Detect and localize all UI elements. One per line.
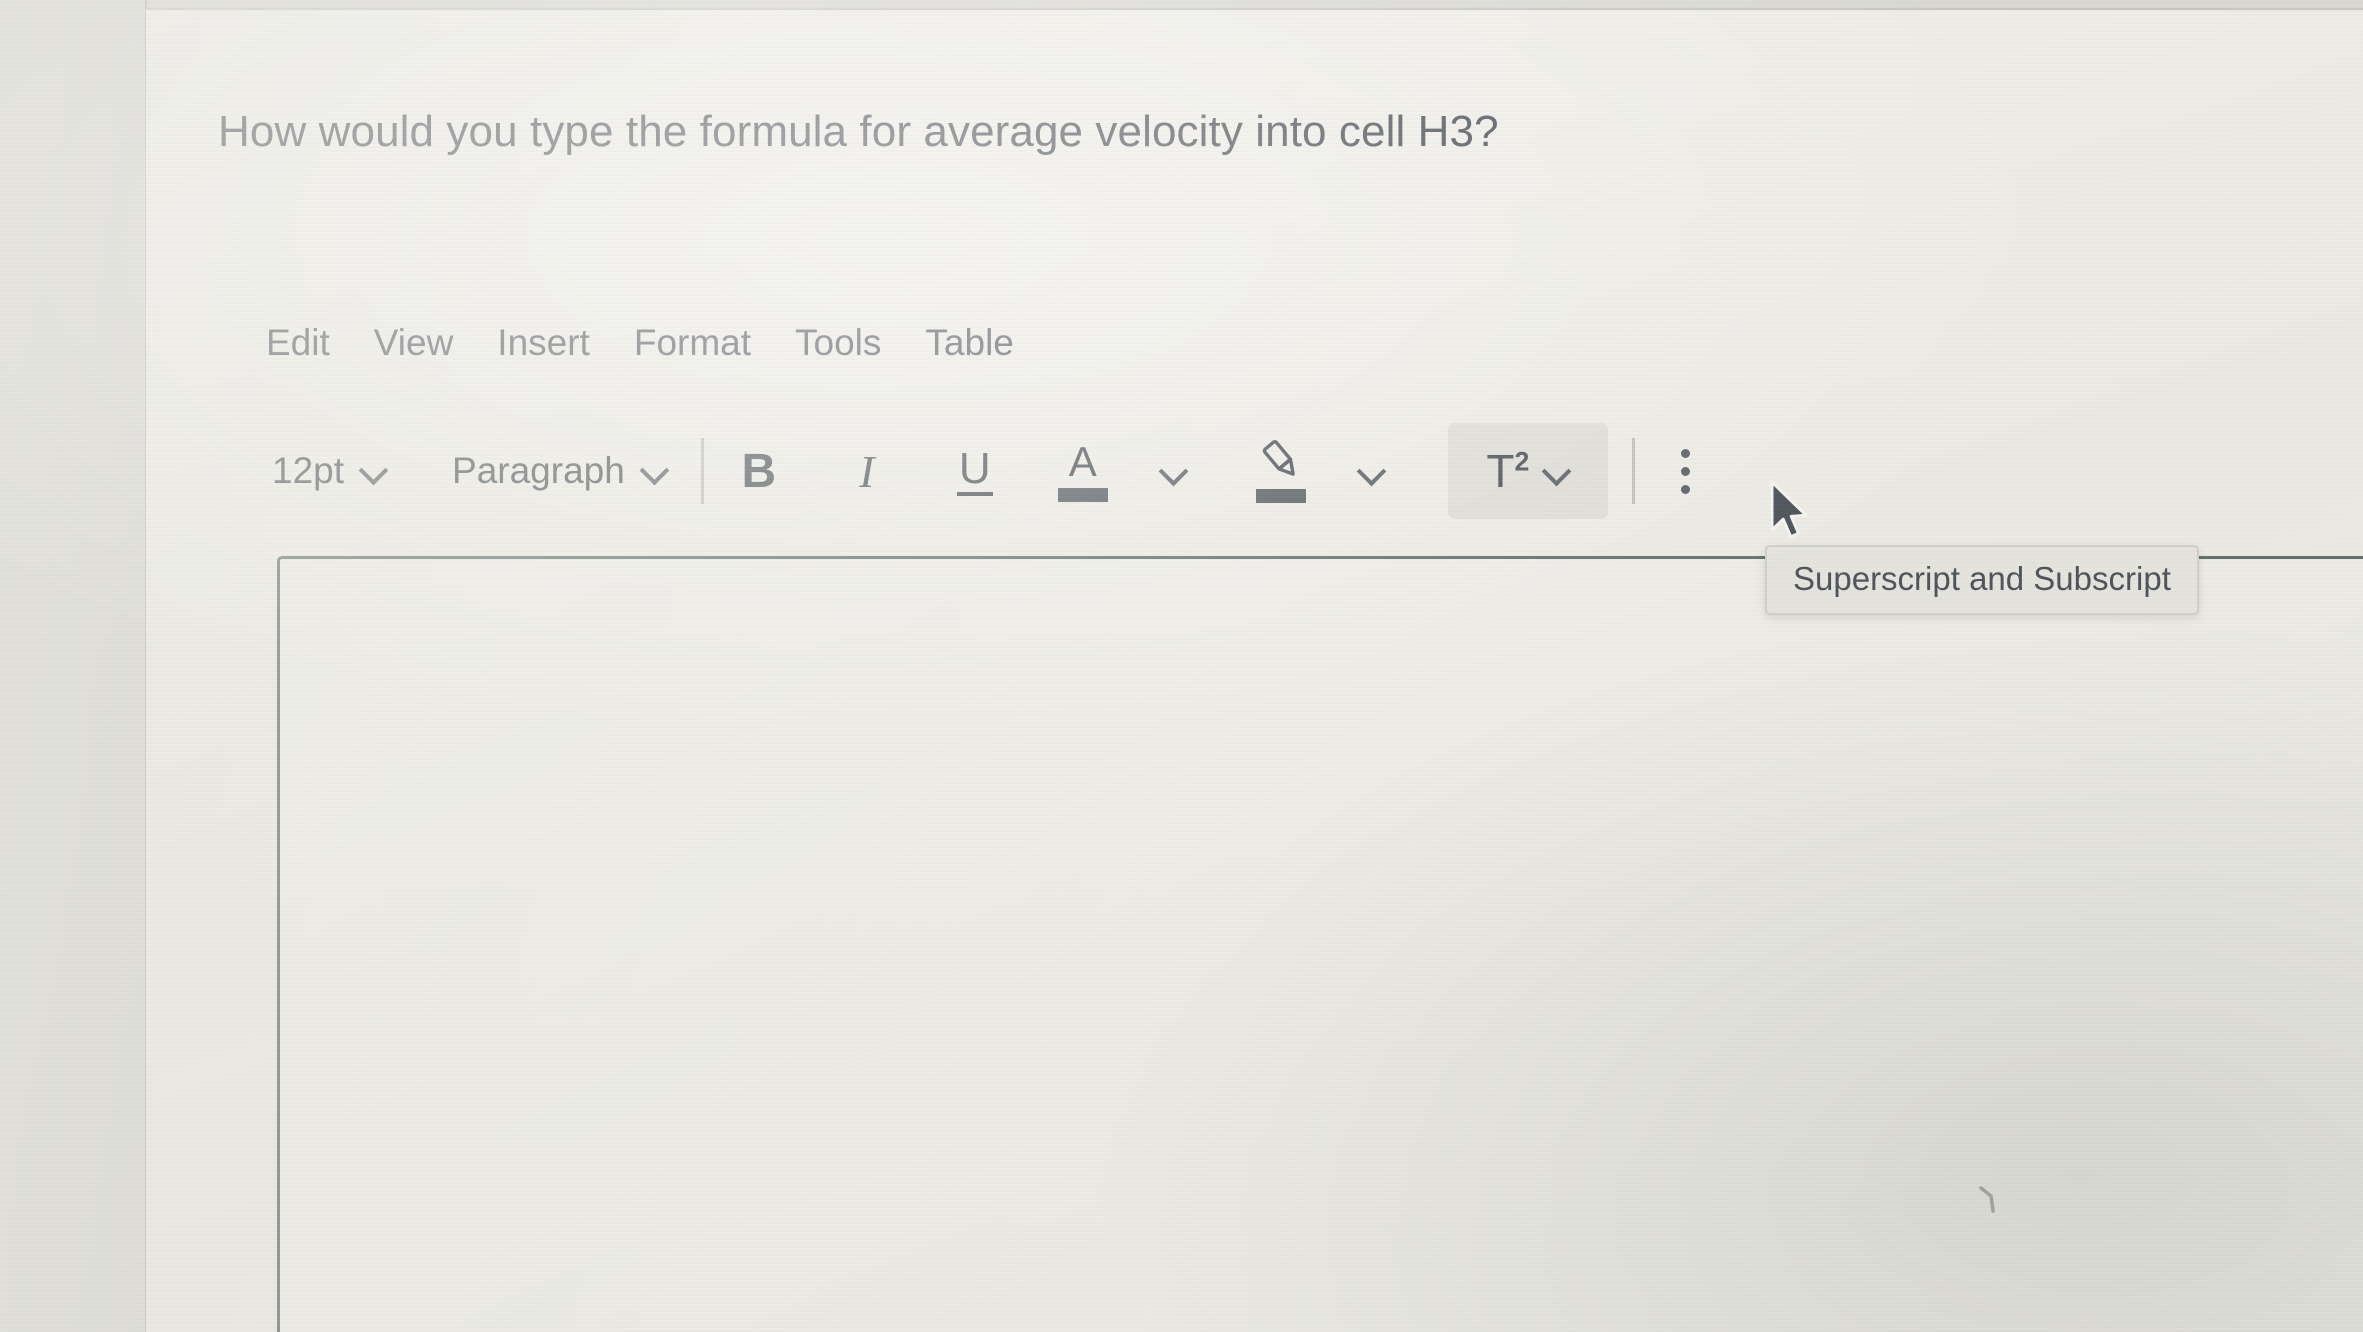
- tooltip: Superscript and Subscript: [1765, 545, 2199, 615]
- kebab-menu-icon[interactable]: [1659, 438, 1713, 504]
- bold-icon: B: [741, 444, 777, 498]
- rce-menubar: Edit View Insert Format Tools Table: [262, 320, 1018, 366]
- text-color-letter: A: [1068, 437, 1097, 485]
- highlighter-pen-icon: [1255, 439, 1307, 503]
- superscript-subscript-button[interactable]: T2: [1447, 423, 1608, 519]
- kebab-dot: [1681, 448, 1691, 458]
- page-left-gutter: [0, 0, 146, 1332]
- pen-glyph: [1255, 439, 1307, 484]
- superscript-base: T: [1486, 445, 1515, 497]
- rce-toolbar: 12pt Paragraph B I U A T2: [262, 423, 1713, 519]
- highlight-color-dropdown-button[interactable]: [1340, 438, 1402, 504]
- underline-icon: U: [956, 445, 993, 497]
- block-format-select[interactable]: Paragraph: [442, 446, 677, 496]
- superscript-exponent: 2: [1514, 446, 1530, 477]
- rce-content-area[interactable]: [277, 556, 2363, 1332]
- italic-button[interactable]: I: [836, 438, 898, 504]
- highlight-color-button[interactable]: [1250, 438, 1312, 504]
- kebab-dot: [1681, 466, 1691, 476]
- chevron-down-icon: [360, 457, 386, 483]
- font-size-select[interactable]: 12pt: [262, 446, 396, 496]
- menu-item-table[interactable]: Table: [921, 320, 1017, 366]
- menu-item-format[interactable]: Format: [630, 320, 755, 366]
- text-color-dropdown-button[interactable]: [1142, 438, 1204, 504]
- page-top-rule: [146, 8, 2363, 10]
- menu-item-view[interactable]: View: [370, 320, 458, 366]
- superscript-icon: T2: [1486, 448, 1529, 494]
- menu-item-edit[interactable]: Edit: [262, 320, 334, 366]
- photographed-screen: How would you type the formula for avera…: [0, 0, 2363, 1332]
- kebab-dot: [1681, 484, 1691, 494]
- chevron-down-icon: [1543, 458, 1569, 484]
- highlight-color-swatch: [1255, 488, 1306, 503]
- page-title: How would you type the formula for avera…: [218, 107, 1499, 156]
- block-format-value: Paragraph: [452, 450, 625, 491]
- chevron-down-icon: [641, 457, 667, 483]
- text-color-swatch: [1057, 487, 1108, 502]
- font-size-value: 12pt: [272, 450, 345, 491]
- underline-button[interactable]: U: [944, 438, 1006, 504]
- toolbar-divider: [1631, 438, 1635, 504]
- menu-item-tools[interactable]: Tools: [791, 320, 885, 366]
- chevron-down-icon: [1160, 458, 1186, 484]
- menu-item-insert[interactable]: Insert: [493, 320, 594, 366]
- text-color-icon: A: [1057, 437, 1108, 502]
- toolbar-divider: [700, 438, 704, 504]
- italic-icon: I: [859, 445, 875, 497]
- chevron-down-icon: [1358, 458, 1384, 484]
- text-color-button[interactable]: A: [1052, 438, 1114, 504]
- bold-button[interactable]: B: [728, 438, 790, 504]
